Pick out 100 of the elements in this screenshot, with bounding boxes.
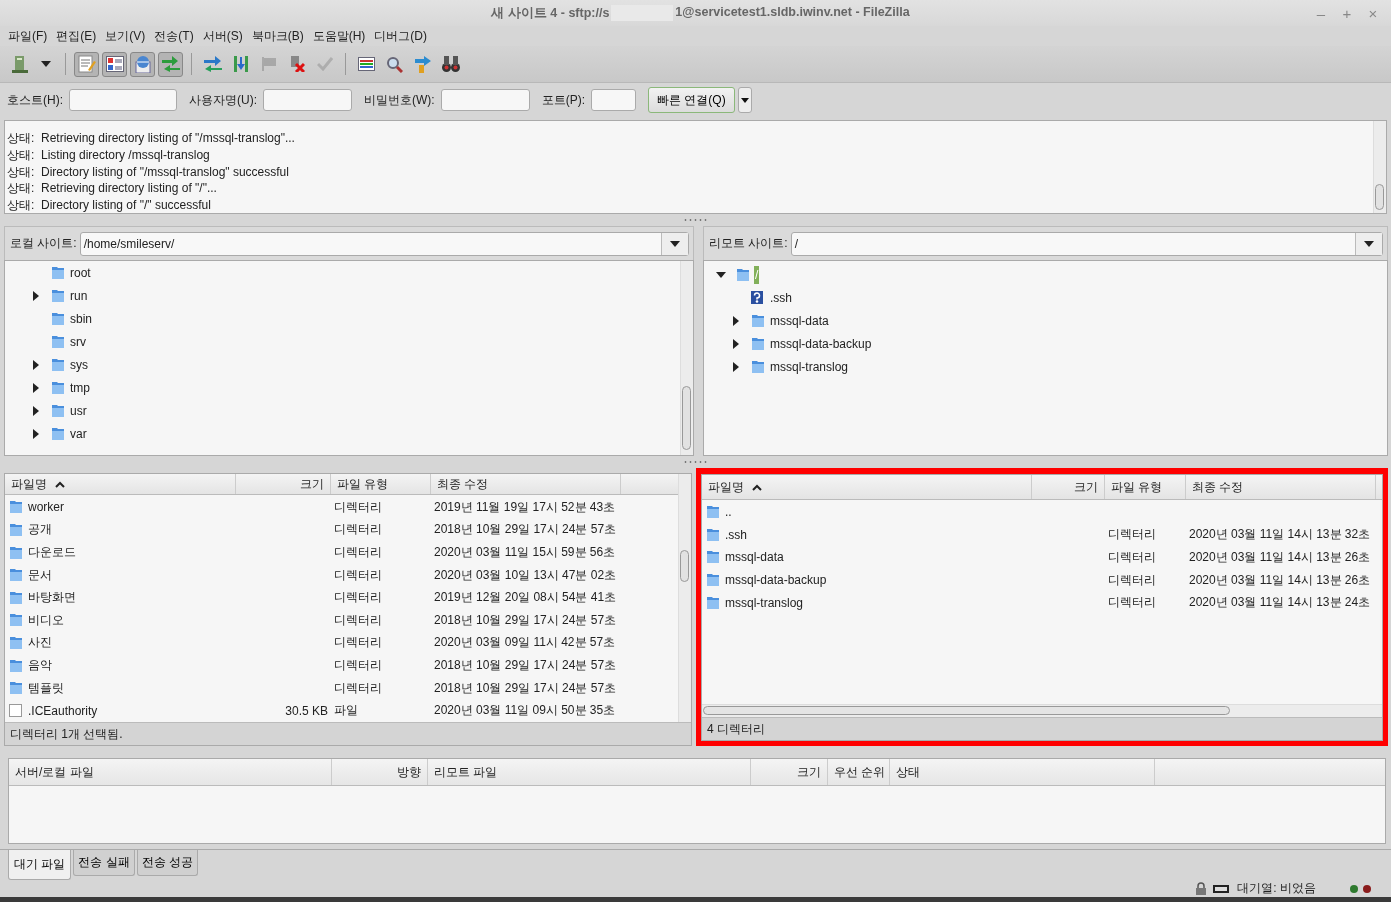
scrollbar[interactable] — [1373, 121, 1386, 213]
input-field[interactable] — [591, 89, 636, 111]
modified-date: 2019년 11월 19일 17시 52분 43초 — [434, 499, 616, 514]
menu-item[interactable]: 파일(F) — [4, 27, 53, 45]
tree-item[interactable]: sys — [69, 355, 89, 374]
path-label: 리모트 사이트: — [709, 235, 788, 252]
file-name: .. — [725, 505, 732, 520]
menu-item[interactable]: 보기(V) — [101, 27, 151, 45]
menu-item[interactable]: 도움말(H) — [308, 27, 371, 45]
field-label: 호스트(H): — [7, 91, 63, 109]
expand-arrow-icon[interactable] — [731, 338, 741, 349]
column-header[interactable]: 크기 — [1032, 475, 1105, 499]
modified-date: 2018년 10월 29일 17시 24분 57초 — [434, 658, 617, 672]
menu-item[interactable]: 서버(S) — [198, 27, 248, 45]
input-field[interactable] — [69, 89, 177, 111]
column-header[interactable]: 최종 수정 — [1186, 475, 1376, 499]
caret-icon — [740, 97, 749, 103]
menu-item[interactable]: 북마크(B) — [247, 27, 309, 45]
scrollbar-thumb[interactable] — [682, 386, 691, 450]
path-combobox[interactable]: / — [790, 231, 1383, 256]
tree-item[interactable]: mssql-translog — [769, 357, 850, 376]
expand-arrow-icon[interactable] — [31, 359, 41, 370]
tree-item[interactable]: .ssh — [769, 288, 793, 307]
menu-item[interactable]: 전송(T) — [150, 27, 199, 45]
column-header[interactable]: 우선 순위 — [828, 759, 890, 785]
column-header[interactable]: 파일명 — [5, 474, 236, 495]
tab[interactable]: 전송 실패 — [73, 850, 135, 876]
dropdown-button[interactable] — [737, 87, 752, 113]
tree-item[interactable]: sbin — [69, 309, 93, 328]
input-field[interactable] — [440, 89, 530, 111]
folder-icon — [9, 590, 23, 605]
folder-icon — [9, 658, 23, 673]
file-name: 템플릿 — [28, 679, 64, 697]
file-type: 디렉터리 — [334, 658, 382, 672]
file-name: 음악 — [28, 657, 52, 674]
folder-icon — [706, 595, 720, 610]
column-header[interactable]: 상태 — [890, 759, 1155, 785]
modified-date: 2020년 03월 11일 14시 13분 24초 — [1189, 595, 1371, 610]
tree-item[interactable]: var — [69, 424, 88, 443]
collapse-arrow-icon[interactable] — [716, 269, 726, 280]
modified-date: 2018년 10월 29일 17시 24분 57초 — [434, 680, 617, 695]
tree-item[interactable]: mssql-data — [769, 311, 830, 330]
scrollbar-thumb[interactable] — [1375, 184, 1384, 210]
expand-arrow-icon[interactable] — [31, 382, 41, 393]
expand-arrow-icon[interactable] — [731, 315, 741, 326]
quickconnect-button[interactable]: 빠른 연결(Q) — [648, 87, 735, 113]
folder-icon — [751, 336, 765, 351]
file-type: 디렉터리 — [334, 612, 382, 627]
tree-item[interactable]: tmp — [69, 378, 91, 397]
folder-icon — [51, 426, 65, 441]
tree-item[interactable]: run — [69, 286, 89, 305]
scrollbar[interactable] — [680, 261, 693, 455]
log-message: Directory listing of "/mssql-translog" successful — [41, 163, 289, 181]
log-prefix: 상태: — [7, 163, 36, 181]
modified-date: 2018년 10월 29일 17시 24분 57초 — [434, 522, 617, 537]
column-header[interactable]: 크기 — [751, 759, 828, 785]
tab[interactable]: 대기 파일 — [8, 850, 72, 880]
expand-arrow-icon[interactable] — [731, 361, 741, 372]
tree-item[interactable]: usr — [69, 401, 88, 420]
menu-item[interactable]: 편집(E) — [52, 27, 102, 45]
scrollbar-thumb[interactable] — [703, 706, 1230, 715]
column-header[interactable]: 파일명 — [702, 475, 1032, 499]
tree-item[interactable]: srv — [69, 332, 87, 351]
column-header[interactable]: 파일 유형 — [1105, 475, 1186, 499]
folder-icon — [9, 522, 23, 537]
panels-icon — [105, 56, 124, 72]
scrollbar-thumb[interactable] — [680, 550, 689, 582]
column-header[interactable]: 리모트 파일 — [428, 759, 751, 785]
toolbar-button[interactable] — [102, 51, 127, 77]
tree-item[interactable]: mssql-data-backup — [769, 334, 873, 353]
modified-date: 2020년 03월 10일 13시 47분 02초 — [434, 567, 617, 582]
file-type: 디렉터리 — [334, 545, 382, 560]
folder-icon — [736, 267, 750, 282]
path-combobox[interactable]: /home/smileserv/ — [79, 231, 689, 256]
scrollbar[interactable] — [702, 704, 1382, 717]
file-type: 디렉터리 — [1108, 572, 1156, 587]
column-header[interactable]: 파일 유형 — [331, 474, 431, 495]
column-header[interactable]: 최종 수정 — [431, 474, 621, 495]
key-card-icon — [1213, 884, 1230, 893]
tab[interactable]: 전송 성공 — [136, 850, 199, 876]
unknown-file-icon — [751, 291, 763, 304]
menu-item[interactable]: 디버그(D) — [370, 27, 432, 45]
log-prefix: 상태: — [7, 180, 36, 198]
scrollbar[interactable] — [678, 474, 691, 722]
column-header[interactable]: 방향 — [332, 759, 428, 785]
expand-arrow-icon[interactable] — [31, 290, 41, 301]
expand-arrow-icon[interactable] — [31, 428, 41, 439]
modified-date: 2020년 03월 11일 09시 50분 35초 — [434, 703, 616, 718]
file-name: mssql-translog — [725, 595, 804, 610]
queue-status: 대기열: 비었음 — [1237, 880, 1316, 897]
tree-item[interactable]: root — [69, 263, 92, 282]
expand-arrow-icon[interactable] — [31, 405, 41, 416]
column-header[interactable]: 서버/로컬 파일 — [9, 759, 332, 785]
folder-icon — [9, 635, 23, 650]
column-header[interactable]: 크기 — [236, 474, 331, 495]
window-title: 새 사이트 4 - sftp://s — [491, 4, 610, 22]
log-prefix: 상태: — [7, 130, 36, 147]
caret-icon — [41, 61, 51, 67]
folder-icon — [706, 527, 720, 542]
input-field[interactable] — [263, 89, 352, 111]
